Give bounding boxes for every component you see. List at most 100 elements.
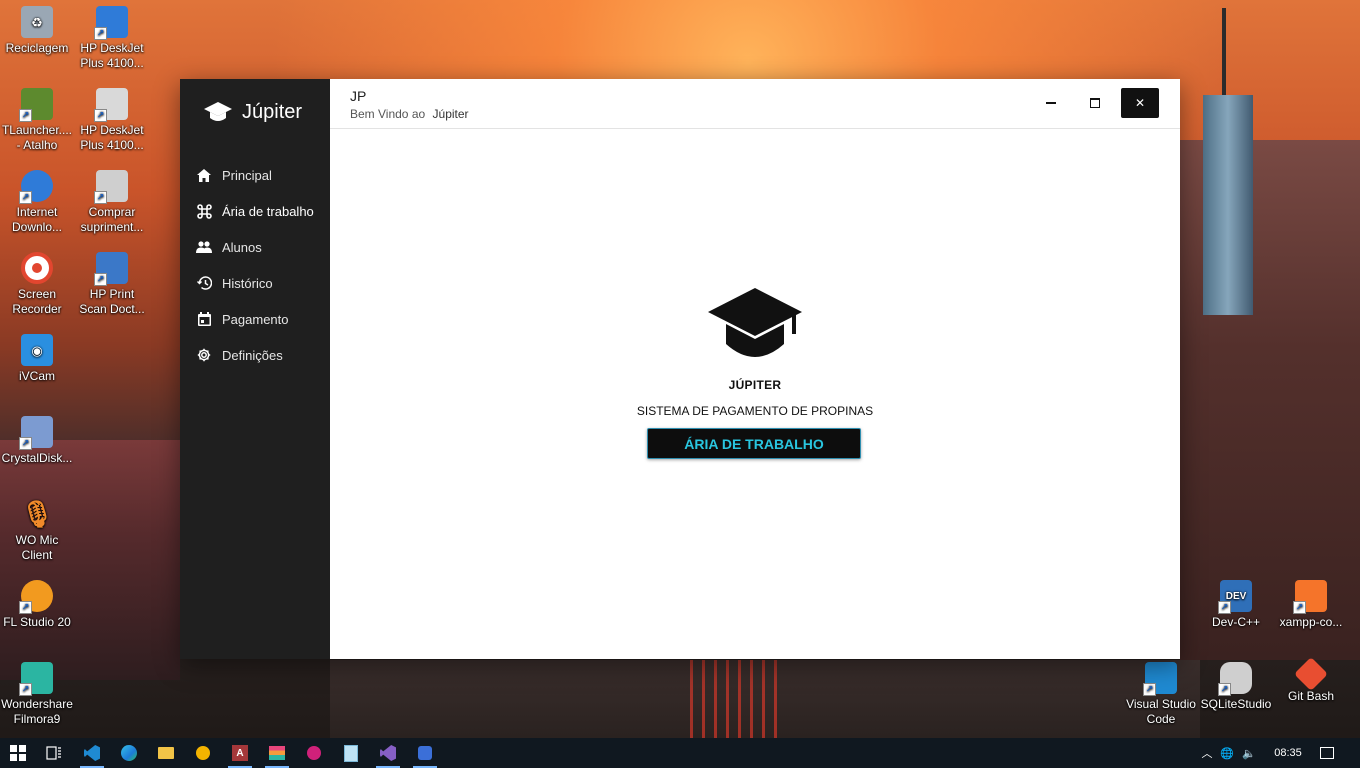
hero-app-name: JÚPITER	[728, 378, 782, 392]
desktop-icon-devcpp[interactable]: DEV ↗ Dev-C++	[1199, 574, 1273, 630]
access-icon: A	[232, 745, 248, 761]
wallpaper-tower	[1203, 95, 1253, 315]
taskbar-visual-studio[interactable]	[370, 738, 406, 768]
visual-studio-icon	[380, 745, 396, 761]
chevron-up-icon[interactable]: ︿	[1198, 745, 1216, 761]
desktop-icon-screen-recorder[interactable]: Screen Recorder	[0, 246, 74, 317]
taskbar-notepad[interactable]	[333, 738, 369, 768]
wallpaper-spire	[1222, 8, 1226, 98]
main-panel: JP Bem Vindo ao Júpiter ✕ JÚPITER SISTEM…	[330, 79, 1180, 659]
welcome-text: Bem Vindo ao	[350, 107, 426, 121]
graduation-cap-icon	[204, 101, 232, 121]
start-button[interactable]	[0, 738, 36, 768]
git-bash-icon	[1294, 657, 1328, 691]
brand-title: Júpiter	[242, 101, 303, 123]
minimize-button[interactable]	[1032, 88, 1070, 118]
nav-item-label: Definições	[222, 347, 283, 363]
microphone-icon: 🎙	[20, 498, 54, 529]
desktop-icon-crystaldisk[interactable]: ↗ CrystalDisk...	[0, 410, 74, 466]
network-icon[interactable]: 🌐	[1216, 747, 1238, 760]
nav-item-definicoes[interactable]: Definições	[180, 337, 330, 373]
crystaldisk-icon: ↗	[19, 416, 53, 450]
desktop-icon-filmora[interactable]: ↗ Wondershare Filmora9	[0, 656, 74, 727]
desktop-icon-fl-studio[interactable]: ↗ FL Studio 20	[0, 574, 74, 630]
xampp-icon: ↗	[1293, 580, 1327, 614]
hero-subtitle: SISTEMA DE PAGAMENTO DE PROPINAS	[636, 404, 874, 418]
hp-supplies-icon: ↗	[94, 170, 128, 204]
nav-item-principal[interactable]: Principal	[180, 157, 330, 193]
fl-studio-icon: ↗	[19, 580, 53, 614]
desktop-icon-hp-deskjet-print[interactable]: ↗ HP DeskJet Plus 4100...	[75, 82, 149, 153]
window-subtitle: Bem Vindo ao Júpiter	[350, 107, 469, 121]
area-de-trabalho-button[interactable]: ÁRIA DE TRABALHO	[647, 428, 861, 459]
close-icon: ✕	[1134, 96, 1146, 110]
devcpp-icon: DEV ↗	[1218, 580, 1252, 614]
nav-item-label: Principal	[222, 167, 272, 183]
taskbar-edge[interactable]	[111, 738, 147, 768]
filmora-icon: ↗	[19, 662, 53, 696]
nav-item-area-de-trabalho[interactable]: Ária de trabalho	[180, 193, 330, 229]
taskbar-jupiter[interactable]	[407, 738, 443, 768]
notepad-icon	[344, 744, 358, 762]
desktop-icon-hp-print-scan-doctor[interactable]: ↗ HP Print Scan Doct...	[75, 246, 149, 317]
nav-item-alunos[interactable]: Alunos	[180, 229, 330, 265]
desktop-icon-label: Visual Studio Code	[1126, 697, 1196, 726]
taskbar-access[interactable]: A	[222, 738, 258, 768]
jupiter-app-window: Júpiter Principal Ária de trabalho Aluno…	[180, 79, 1180, 659]
taskbar-app-yellow[interactable]	[185, 738, 221, 768]
windows-icon	[10, 745, 26, 761]
desktop-icon-comprar-suprimentos[interactable]: ↗ Comprar supriment...	[75, 164, 149, 235]
desktop-icon-label: Reciclagem	[5, 41, 69, 55]
taskbar-explorer[interactable]	[148, 738, 184, 768]
nav-item-label: Alunos	[222, 239, 262, 255]
people-icon	[196, 239, 212, 255]
desktop-icon-wo-mic[interactable]: 🎙 WO Mic Client	[0, 492, 74, 563]
idm-icon: ↗	[19, 170, 53, 204]
minecraft-icon: ↗	[19, 88, 53, 122]
desktop-icon-tlauncher[interactable]: ↗ TLauncher.... - Atalho	[0, 82, 74, 153]
desktop-icon-label: HP DeskJet Plus 4100...	[80, 41, 144, 70]
task-view-button[interactable]	[36, 738, 72, 768]
taskbar-pink-app[interactable]	[296, 738, 332, 768]
nav-item-historico[interactable]: Histórico	[180, 265, 330, 301]
sqlitestudio-icon: ↗	[1218, 662, 1252, 696]
notification-icon[interactable]	[1318, 738, 1336, 768]
nav-item-label: Ária de trabalho	[222, 203, 314, 219]
desktop-icon-hp-deskjet-scan[interactable]: ↗ HP DeskJet Plus 4100...	[75, 0, 149, 71]
desktop-icon-label: CrystalDisk...	[1, 451, 73, 465]
desktop-icon-ivcam[interactable]: ◉ iVCam	[0, 328, 74, 384]
taskbar: A ︿ 🌐 🔈 08:35	[0, 738, 1360, 768]
taskbar-stack-app[interactable]	[259, 738, 295, 768]
recycle-bin-icon: ♻	[21, 6, 53, 38]
desktop-icon-sqlitestudio[interactable]: ↗ SQLiteStudio	[1199, 656, 1273, 712]
desktop-icon-label: HP DeskJet Plus 4100...	[80, 123, 144, 152]
taskbar-vscode[interactable]	[74, 738, 110, 768]
desktop-icon-xampp[interactable]: ↗ xampp-co...	[1274, 574, 1348, 630]
hp-scanner-icon: ↗	[94, 6, 128, 40]
command-icon	[196, 203, 212, 219]
task-view-icon	[46, 746, 61, 760]
hp-printer-icon: ↗	[94, 88, 128, 122]
nav-item-pagamento[interactable]: Pagamento	[180, 301, 330, 337]
desktop-icon-vscode[interactable]: ↗ Visual Studio Code	[1124, 656, 1198, 727]
desktop-icon-git-bash[interactable]: Git Bash	[1274, 656, 1348, 704]
ivcam-icon: ◉	[21, 334, 53, 366]
sidebar-nav: Principal Ária de trabalho Alunos Histór…	[180, 157, 330, 373]
close-button[interactable]: ✕	[1121, 88, 1159, 118]
window-title: JP	[350, 88, 367, 104]
maximize-button[interactable]	[1076, 88, 1114, 118]
nav-item-label: Pagamento	[222, 311, 289, 327]
vscode-icon	[84, 745, 100, 761]
vscode-icon: ↗	[1143, 662, 1177, 696]
folder-icon	[158, 747, 174, 759]
triangle-app-icon	[196, 746, 210, 760]
welcome-app-name: Júpiter	[432, 107, 469, 121]
screen-recorder-icon	[21, 252, 53, 284]
clock[interactable]: 08:35	[1270, 738, 1306, 768]
volume-icon[interactable]: 🔈	[1238, 747, 1260, 760]
desktop-icon-label: Internet Downlo...	[11, 205, 63, 234]
desktop-icon-idm[interactable]: ↗ Internet Downlo...	[0, 164, 74, 235]
home-icon	[196, 167, 212, 183]
minimize-icon	[1046, 102, 1056, 104]
desktop-icon-reciclagem[interactable]: ♻ Reciclagem	[0, 0, 74, 56]
